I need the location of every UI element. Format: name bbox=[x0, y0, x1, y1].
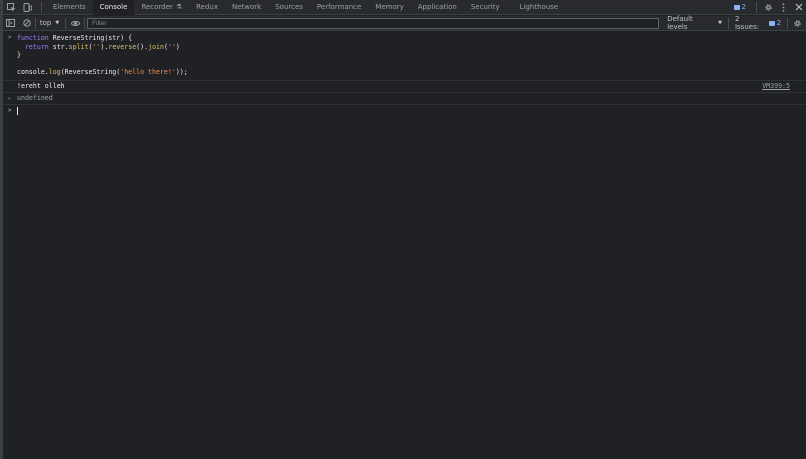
levels-label: Default levels bbox=[667, 15, 693, 31]
issues-label: 2 Issues: bbox=[734, 15, 760, 31]
tab-network[interactable]: Network bbox=[225, 0, 268, 15]
console-input-line[interactable] bbox=[17, 105, 806, 117]
tab-label: Application bbox=[417, 3, 457, 11]
chevron-right-icon: > bbox=[8, 34, 12, 41]
console-input-entry: > function ReverseString(str) { return s… bbox=[3, 32, 806, 81]
tab-label: Performance bbox=[316, 3, 362, 11]
tab-redux[interactable]: Redux bbox=[189, 0, 225, 15]
context-selector[interactable]: top ▼ bbox=[36, 19, 65, 27]
tab-label: Recorder bbox=[141, 3, 173, 11]
console-settings-gear-icon[interactable] bbox=[788, 16, 806, 31]
tab-label: Elements bbox=[53, 3, 86, 11]
tab-label: Memory bbox=[375, 3, 404, 11]
tab-memory[interactable]: Memory bbox=[368, 0, 410, 15]
code-token: join bbox=[148, 42, 164, 51]
code-token: return bbox=[17, 42, 49, 51]
code-line: function ReverseString(str) { bbox=[17, 34, 806, 43]
devtools-tabbar: Elements Console Recorder ⚗ Redux Network… bbox=[3, 0, 806, 15]
sidebar-toggle-icon[interactable] bbox=[3, 16, 19, 31]
log-output-text: !ereht olleh bbox=[17, 81, 65, 90]
messages-count: 2 bbox=[741, 3, 746, 11]
code-token: (ReverseString( bbox=[60, 68, 121, 76]
issues-counter[interactable]: 2 Issues: 2 bbox=[729, 15, 787, 31]
issues-count: 2 bbox=[776, 19, 782, 27]
caret-down-icon: ▼ bbox=[55, 20, 60, 26]
code-line: return str.split('').reverse().join('') bbox=[17, 43, 806, 52]
console-log-entry: !ereht olleh VM399:5 bbox=[3, 81, 806, 93]
flask-icon: ⚗ bbox=[175, 3, 183, 11]
tabbar-separator bbox=[756, 1, 757, 13]
code-token: log bbox=[48, 68, 61, 76]
text-cursor bbox=[17, 106, 18, 115]
inspect-element-icon[interactable] bbox=[3, 0, 19, 15]
tab-label: Network bbox=[231, 3, 262, 11]
gear-icon[interactable] bbox=[761, 0, 776, 15]
code-token: (). bbox=[136, 42, 149, 51]
tab-application[interactable]: Application bbox=[411, 0, 464, 15]
tab-sources[interactable]: Sources bbox=[268, 0, 310, 15]
code-token: ) bbox=[175, 42, 180, 51]
tab-recorder[interactable]: Recorder ⚗ bbox=[134, 0, 189, 15]
code-token: console. bbox=[17, 68, 49, 76]
chevron-right-icon: > bbox=[8, 106, 12, 114]
tabbar-separator bbox=[41, 1, 42, 13]
device-toolbar-icon[interactable] bbox=[19, 0, 35, 15]
code-token: )); bbox=[175, 68, 188, 76]
context-label: top bbox=[39, 19, 52, 27]
code-token: function bbox=[17, 34, 49, 42]
filter-input[interactable] bbox=[87, 17, 660, 29]
code-token: split bbox=[68, 42, 89, 51]
tab-elements[interactable]: Elements bbox=[46, 0, 93, 15]
message-icon bbox=[768, 20, 775, 26]
code-token: } bbox=[17, 51, 21, 59]
tab-label: Sources bbox=[275, 3, 303, 11]
tab-label: Redux bbox=[196, 3, 218, 11]
code-token: reverse bbox=[108, 42, 137, 51]
close-icon[interactable] bbox=[791, 0, 806, 15]
tabbar-right-controls: 2 bbox=[730, 0, 806, 15]
console-output[interactable]: > function ReverseString(str) { return s… bbox=[3, 32, 806, 459]
message-icon bbox=[733, 4, 740, 10]
console-prompt-entry[interactable]: > bbox=[3, 105, 806, 117]
toolbar-separator bbox=[84, 17, 86, 29]
code-line: console.log(ReverseString('hello there!'… bbox=[17, 68, 806, 77]
tab-lighthouse[interactable]: Lighthouse bbox=[513, 0, 566, 15]
code-line: } bbox=[17, 51, 806, 60]
code-token: 'hello there!' bbox=[120, 68, 176, 76]
tab-label: Security bbox=[470, 3, 500, 11]
clear-console-icon[interactable] bbox=[19, 16, 35, 31]
more-options-icon[interactable] bbox=[776, 0, 791, 15]
tab-label: Console bbox=[99, 3, 128, 11]
return-arrow-icon: ⇠ bbox=[8, 94, 12, 102]
code-token: '' bbox=[167, 42, 176, 51]
tab-security[interactable]: Security bbox=[464, 0, 507, 15]
live-expression-eye-icon[interactable] bbox=[66, 16, 84, 31]
tab-console[interactable]: Console bbox=[92, 0, 135, 15]
code-token: str. bbox=[48, 42, 69, 51]
tab-performance[interactable]: Performance bbox=[310, 0, 368, 15]
console-result-entry: ⇠ undefined bbox=[3, 93, 806, 105]
code-token: ReverseString(str) { bbox=[48, 34, 133, 42]
log-levels-dropdown[interactable]: Default levels ▼ bbox=[661, 15, 728, 31]
console-toolbar: top ▼ Default levels ▼ 2 Issues: 2 bbox=[3, 15, 806, 31]
messages-badge[interactable]: 2 bbox=[730, 3, 750, 11]
result-value: undefined bbox=[17, 93, 53, 102]
tab-label: Lighthouse bbox=[519, 3, 559, 11]
caret-down-icon: ▼ bbox=[718, 20, 722, 26]
source-link[interactable]: VM399:5 bbox=[762, 81, 790, 92]
